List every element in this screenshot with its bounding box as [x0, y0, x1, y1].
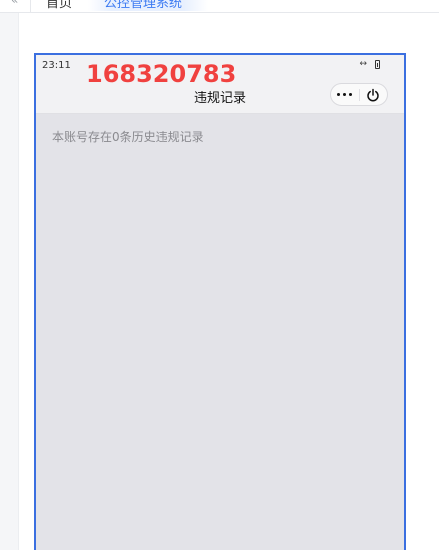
- capsule-menu: [330, 83, 388, 106]
- more-button[interactable]: [331, 84, 359, 105]
- admin-page: « 首页 公控管理系统 23:11 ↔ 违规记录 168320783 本账号存在…: [0, 0, 439, 550]
- watermark-id: 168320783: [86, 60, 237, 88]
- close-button[interactable]: [360, 84, 388, 105]
- more-dots-icon: [337, 93, 353, 96]
- violation-notice: 本账号存在0条历史违规记录: [52, 130, 204, 144]
- status-icons: ↔: [359, 59, 380, 69]
- tab-home[interactable]: 首页: [46, 0, 72, 11]
- status-time: 23:11: [42, 60, 71, 71]
- sidebar: [0, 13, 19, 550]
- collapse-arrow-icon[interactable]: «: [11, 0, 18, 7]
- page-body: 本账号存在0条历史违规记录: [36, 114, 404, 550]
- tab-strip: « 首页 公控管理系统: [0, 0, 439, 13]
- phone-simulator: 23:11 ↔ 违规记录 168320783 本账号存在0条历史违规记录: [34, 53, 406, 550]
- battery-icon: [375, 59, 380, 69]
- power-icon: [367, 88, 379, 101]
- tab-active[interactable]: 公控管理系统: [104, 0, 182, 11]
- sync-icon: ↔: [359, 59, 367, 69]
- tab-divider: [30, 0, 31, 12]
